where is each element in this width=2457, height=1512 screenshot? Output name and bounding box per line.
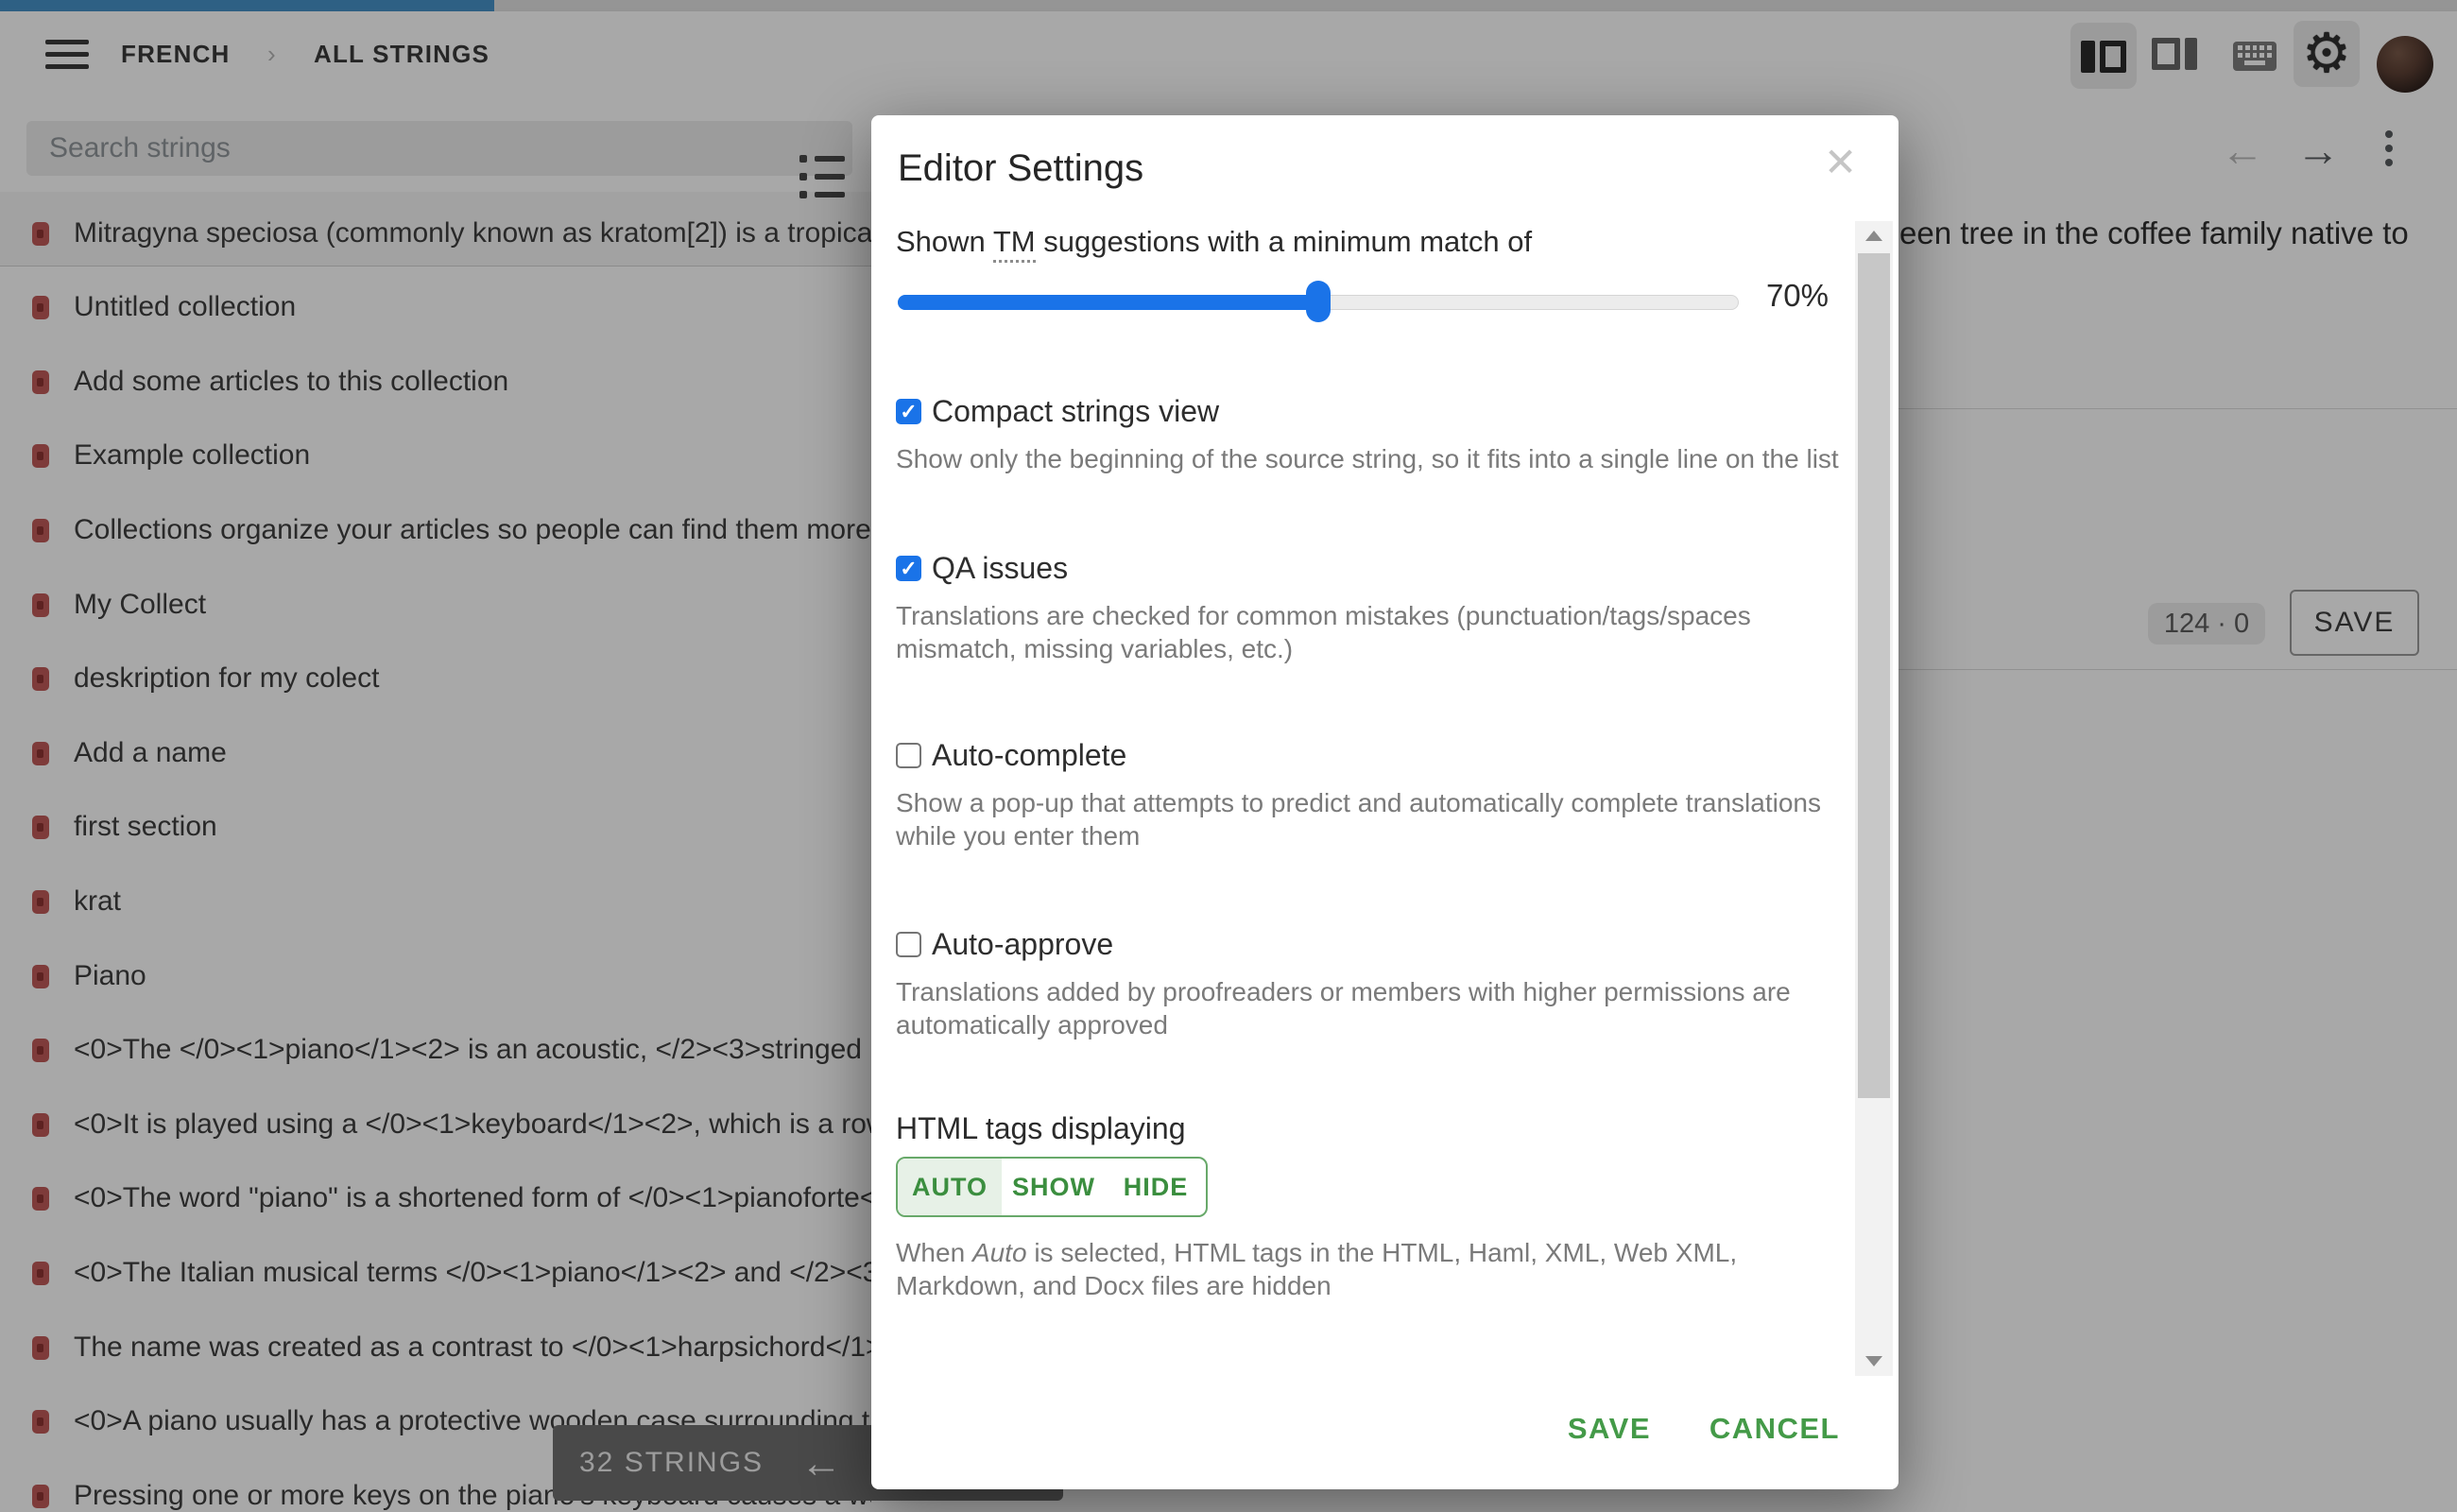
compact-strings-checkbox[interactable]: ✓ <box>896 399 921 424</box>
compact-strings-description: Show only the beginning of the source st… <box>896 442 1846 475</box>
app-window: FRENCH › ALL STRINGS ⚙ <box>0 0 2457 1512</box>
scroll-up-icon[interactable] <box>1865 231 1882 241</box>
html-tags-description: When Auto is selected, HTML tags in the … <box>896 1236 1846 1302</box>
qa-issues-label[interactable]: QA issues <box>932 551 1068 586</box>
auto-complete-label[interactable]: Auto-complete <box>932 738 1126 773</box>
html-tags-heading: HTML tags displaying <box>896 1111 1186 1146</box>
auto-approve-description: Translations added by proofreaders or me… <box>896 975 1846 1041</box>
html-tags-option-hide[interactable]: HIDE <box>1106 1159 1206 1215</box>
tm-match-slider[interactable] <box>898 295 1739 310</box>
html-tags-option-show[interactable]: SHOW <box>1002 1159 1106 1215</box>
html-tags-segmented-control: AUTO SHOW HIDE <box>896 1157 1208 1217</box>
auto-complete-description: Show a pop-up that attempts to predict a… <box>896 786 1846 852</box>
modal-save-button[interactable]: SAVE <box>1568 1412 1651 1446</box>
auto-complete-checkbox[interactable]: ✓ <box>896 743 921 768</box>
auto-approve-label[interactable]: Auto-approve <box>932 927 1113 962</box>
qa-issues-checkbox[interactable]: ✓ <box>896 556 921 581</box>
scroll-down-icon[interactable] <box>1865 1356 1882 1366</box>
qa-issues-description: Translations are checked for common mist… <box>896 599 1846 665</box>
tm-suggestions-label: Shown TM suggestions with a minimum matc… <box>896 225 1532 259</box>
tm-match-value: 70% <box>1766 278 1829 314</box>
html-tags-option-auto[interactable]: AUTO <box>898 1159 1002 1215</box>
scrollbar-thumb[interactable] <box>1858 253 1890 1098</box>
slider-fill <box>898 295 1319 310</box>
modal-title: Editor Settings <box>898 147 1143 190</box>
modal-scrollbar[interactable] <box>1855 221 1893 1376</box>
auto-approve-checkbox[interactable]: ✓ <box>896 932 921 957</box>
close-icon[interactable]: ✕ <box>1824 140 1857 185</box>
tm-abbr: TM <box>993 225 1036 263</box>
editor-settings-modal: Editor Settings ✕ Shown TM suggestions w… <box>871 115 1899 1489</box>
compact-strings-label[interactable]: Compact strings view <box>932 394 1219 429</box>
slider-thumb[interactable] <box>1306 281 1331 322</box>
modal-cancel-button[interactable]: CANCEL <box>1710 1412 1840 1446</box>
